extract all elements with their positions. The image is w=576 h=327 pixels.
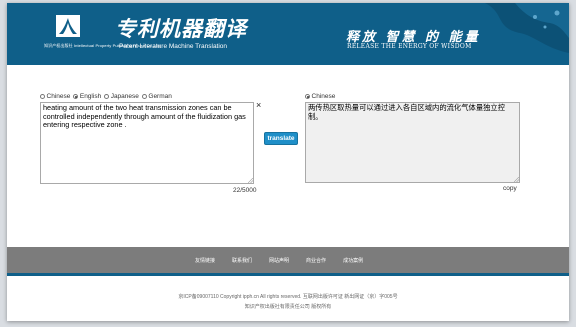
site-footer: 京ICP备09007110 Copyright ipph.cn All righ…	[7, 276, 569, 321]
target-lang-chinese[interactable]: Chinese	[305, 93, 335, 100]
source-lang-german[interactable]: German	[141, 93, 172, 100]
site-header: 知识产权出版社 Intellectual Property Publishing…	[7, 3, 569, 65]
resize-handle-icon[interactable]	[514, 177, 519, 182]
translation-output: 两传热区取热量可以通过进入各自区域内的流化气体量独立控制。	[305, 102, 520, 183]
nav-link-contact[interactable]: 联系我们	[232, 257, 252, 264]
source-text-input[interactable]: heating amount of the two heat transmiss…	[40, 102, 254, 184]
source-lang-label: English	[79, 93, 102, 100]
translate-button[interactable]: translate	[264, 132, 298, 145]
radio-checked-icon[interactable]	[73, 94, 79, 99]
nav-link-statement[interactable]: 网站声明	[269, 257, 289, 264]
translator-panel: Chinese English Japanese German heating …	[7, 65, 569, 247]
copy-button[interactable]: copy	[503, 185, 517, 192]
nav-link-business[interactable]: 商业合作	[306, 257, 326, 264]
copyright-text: 京ICP备09007110 Copyright ipph.cn All righ…	[178, 294, 398, 300]
ipph-logo-icon	[56, 15, 80, 37]
radio-icon[interactable]	[141, 94, 147, 99]
clear-text-button[interactable]: ×	[256, 101, 261, 110]
source-lang-chinese[interactable]: Chinese	[40, 93, 70, 100]
site-subtitle: Patent Literature Machine Translation	[119, 43, 228, 50]
source-lang-english[interactable]: English	[73, 93, 101, 100]
nav-link-friends[interactable]: 友情链接	[195, 257, 215, 264]
nav-link-cases[interactable]: 成功案例	[343, 257, 363, 264]
source-lang-label: German	[148, 93, 172, 100]
slogan-english: RELEASE THE ENERGY OF WISDOM	[347, 43, 472, 50]
source-lang-japanese[interactable]: Japanese	[104, 93, 139, 100]
target-lang-label: Chinese	[311, 93, 336, 100]
source-language-selector: Chinese English Japanese German	[40, 93, 175, 100]
source-lang-label: Chinese	[46, 93, 71, 100]
radio-checked-icon[interactable]	[305, 94, 310, 99]
target-language-selector: Chinese	[305, 93, 338, 100]
radio-icon[interactable]	[40, 94, 45, 99]
page-frame: 知识产权出版社 Intellectual Property Publishing…	[7, 3, 569, 321]
source-lang-label: Japanese	[110, 93, 139, 100]
radio-icon[interactable]	[104, 94, 110, 99]
character-count: 22/5000	[233, 187, 257, 194]
company-text: 知识产权出版社有限责任公司 版权所有	[244, 304, 332, 310]
resize-handle-icon[interactable]	[248, 178, 253, 183]
wave-decoration-icon	[485, 3, 569, 53]
footer-nav: 友情链接 联系我们 网站声明 商业合作 成功案例	[7, 247, 569, 273]
site-title: 专利机器翻译	[115, 16, 247, 41]
